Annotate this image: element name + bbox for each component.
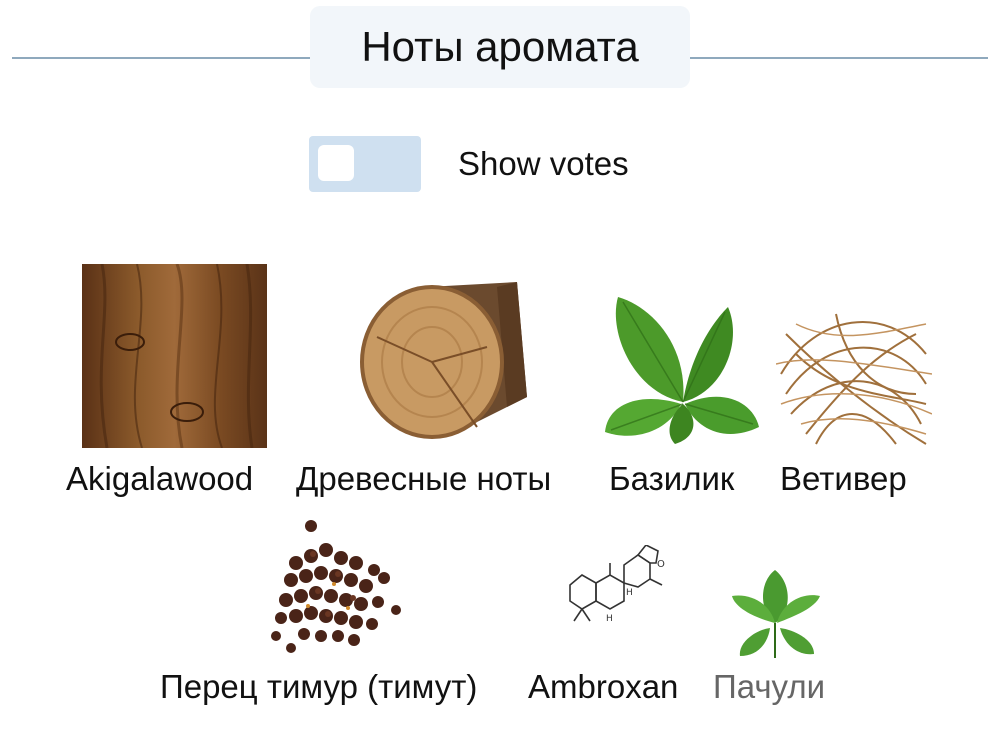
section-title-text: Ноты аромата	[361, 23, 639, 70]
ambroxan-molecule-icon: O H H	[560, 545, 670, 635]
toggle-knob	[318, 145, 354, 181]
show-votes-label: Show votes	[458, 145, 629, 182]
note-label: Ambroxan	[528, 668, 679, 705]
svg-text:H: H	[626, 588, 633, 598]
basil-leaves-icon	[603, 292, 761, 444]
wood-plank-icon	[82, 264, 267, 448]
note-label: Akigalawood	[66, 460, 254, 497]
peppercorns-icon	[266, 518, 406, 656]
vetiver-roots-icon	[776, 294, 932, 448]
note-label: Перец тимур (тимут)	[160, 668, 478, 705]
header-divider-left	[12, 57, 310, 59]
svg-text:O: O	[657, 559, 665, 570]
show-votes-row: Show votes	[309, 136, 629, 192]
section-title: Ноты аромата	[310, 6, 690, 88]
note-label: Древесные ноты	[296, 460, 552, 497]
note-label: Базилик	[609, 460, 735, 497]
header-divider-right	[690, 57, 988, 59]
wood-log-icon	[357, 277, 527, 442]
note-label: Пачули	[713, 668, 826, 705]
svg-text:H: H	[606, 614, 613, 624]
note-label: Ветивер	[780, 460, 907, 497]
show-votes-toggle[interactable]	[309, 136, 421, 192]
patchouli-leaves-icon	[730, 568, 822, 658]
